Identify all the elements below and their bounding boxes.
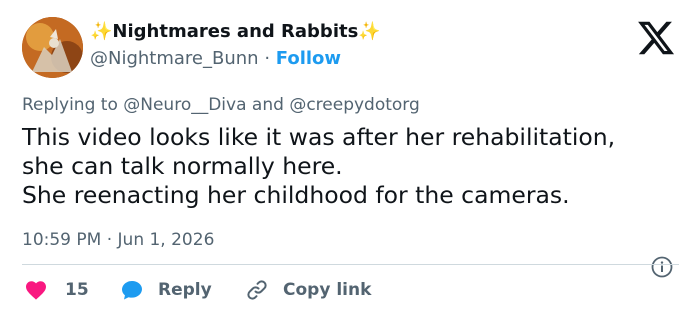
timestamp[interactable]: 10:59 PM · Jun 1, 2026 bbox=[22, 228, 214, 252]
replying-prefix: Replying to bbox=[22, 95, 118, 115]
author-display-name: Nightmares and Rabbits bbox=[112, 21, 359, 42]
link-icon bbox=[247, 280, 267, 300]
speech-bubble-icon bbox=[122, 281, 142, 300]
author-name[interactable]: ✨Nightmares and Rabbits✨ bbox=[90, 20, 381, 44]
copy-link-button[interactable]: Copy link bbox=[245, 276, 371, 304]
avatar[interactable] bbox=[22, 17, 83, 78]
action-bar: 15 Reply Copy link bbox=[22, 276, 682, 304]
separator-dot: · bbox=[264, 48, 271, 69]
author-handle-line: @Nightmare_Bunn · Follow bbox=[90, 47, 341, 71]
replying-to: Replying to @Neuro__Diva and @creepydoto… bbox=[22, 93, 420, 117]
reply-label: Reply bbox=[158, 280, 212, 300]
sparkle-icon: ✨ bbox=[358, 21, 381, 42]
reply-button[interactable]: Reply bbox=[120, 276, 212, 304]
x-logo-icon[interactable] bbox=[636, 18, 676, 58]
tweet-line: she can talk normally here. bbox=[22, 152, 343, 180]
sparkle-icon: ✨ bbox=[90, 21, 113, 42]
mention-link[interactable]: @creepydotorg bbox=[289, 95, 419, 115]
avatar-image bbox=[22, 17, 83, 78]
divider bbox=[22, 264, 679, 265]
tweet-line: This video looks like it was after her r… bbox=[22, 123, 616, 151]
follow-button[interactable]: Follow bbox=[276, 48, 341, 69]
heart-icon bbox=[26, 281, 46, 300]
author-handle[interactable]: @Nightmare_Bunn bbox=[90, 48, 259, 69]
like-button[interactable]: 15 bbox=[24, 276, 89, 304]
tweet-text: This video looks like it was after her r… bbox=[22, 123, 682, 210]
tweet-line: She reenacting her childhood for the cam… bbox=[22, 181, 570, 209]
replying-conjunction: and bbox=[251, 95, 284, 115]
like-count: 15 bbox=[65, 280, 89, 300]
copy-link-label: Copy link bbox=[283, 280, 372, 300]
mention-link[interactable]: @Neuro__Diva bbox=[123, 95, 246, 115]
